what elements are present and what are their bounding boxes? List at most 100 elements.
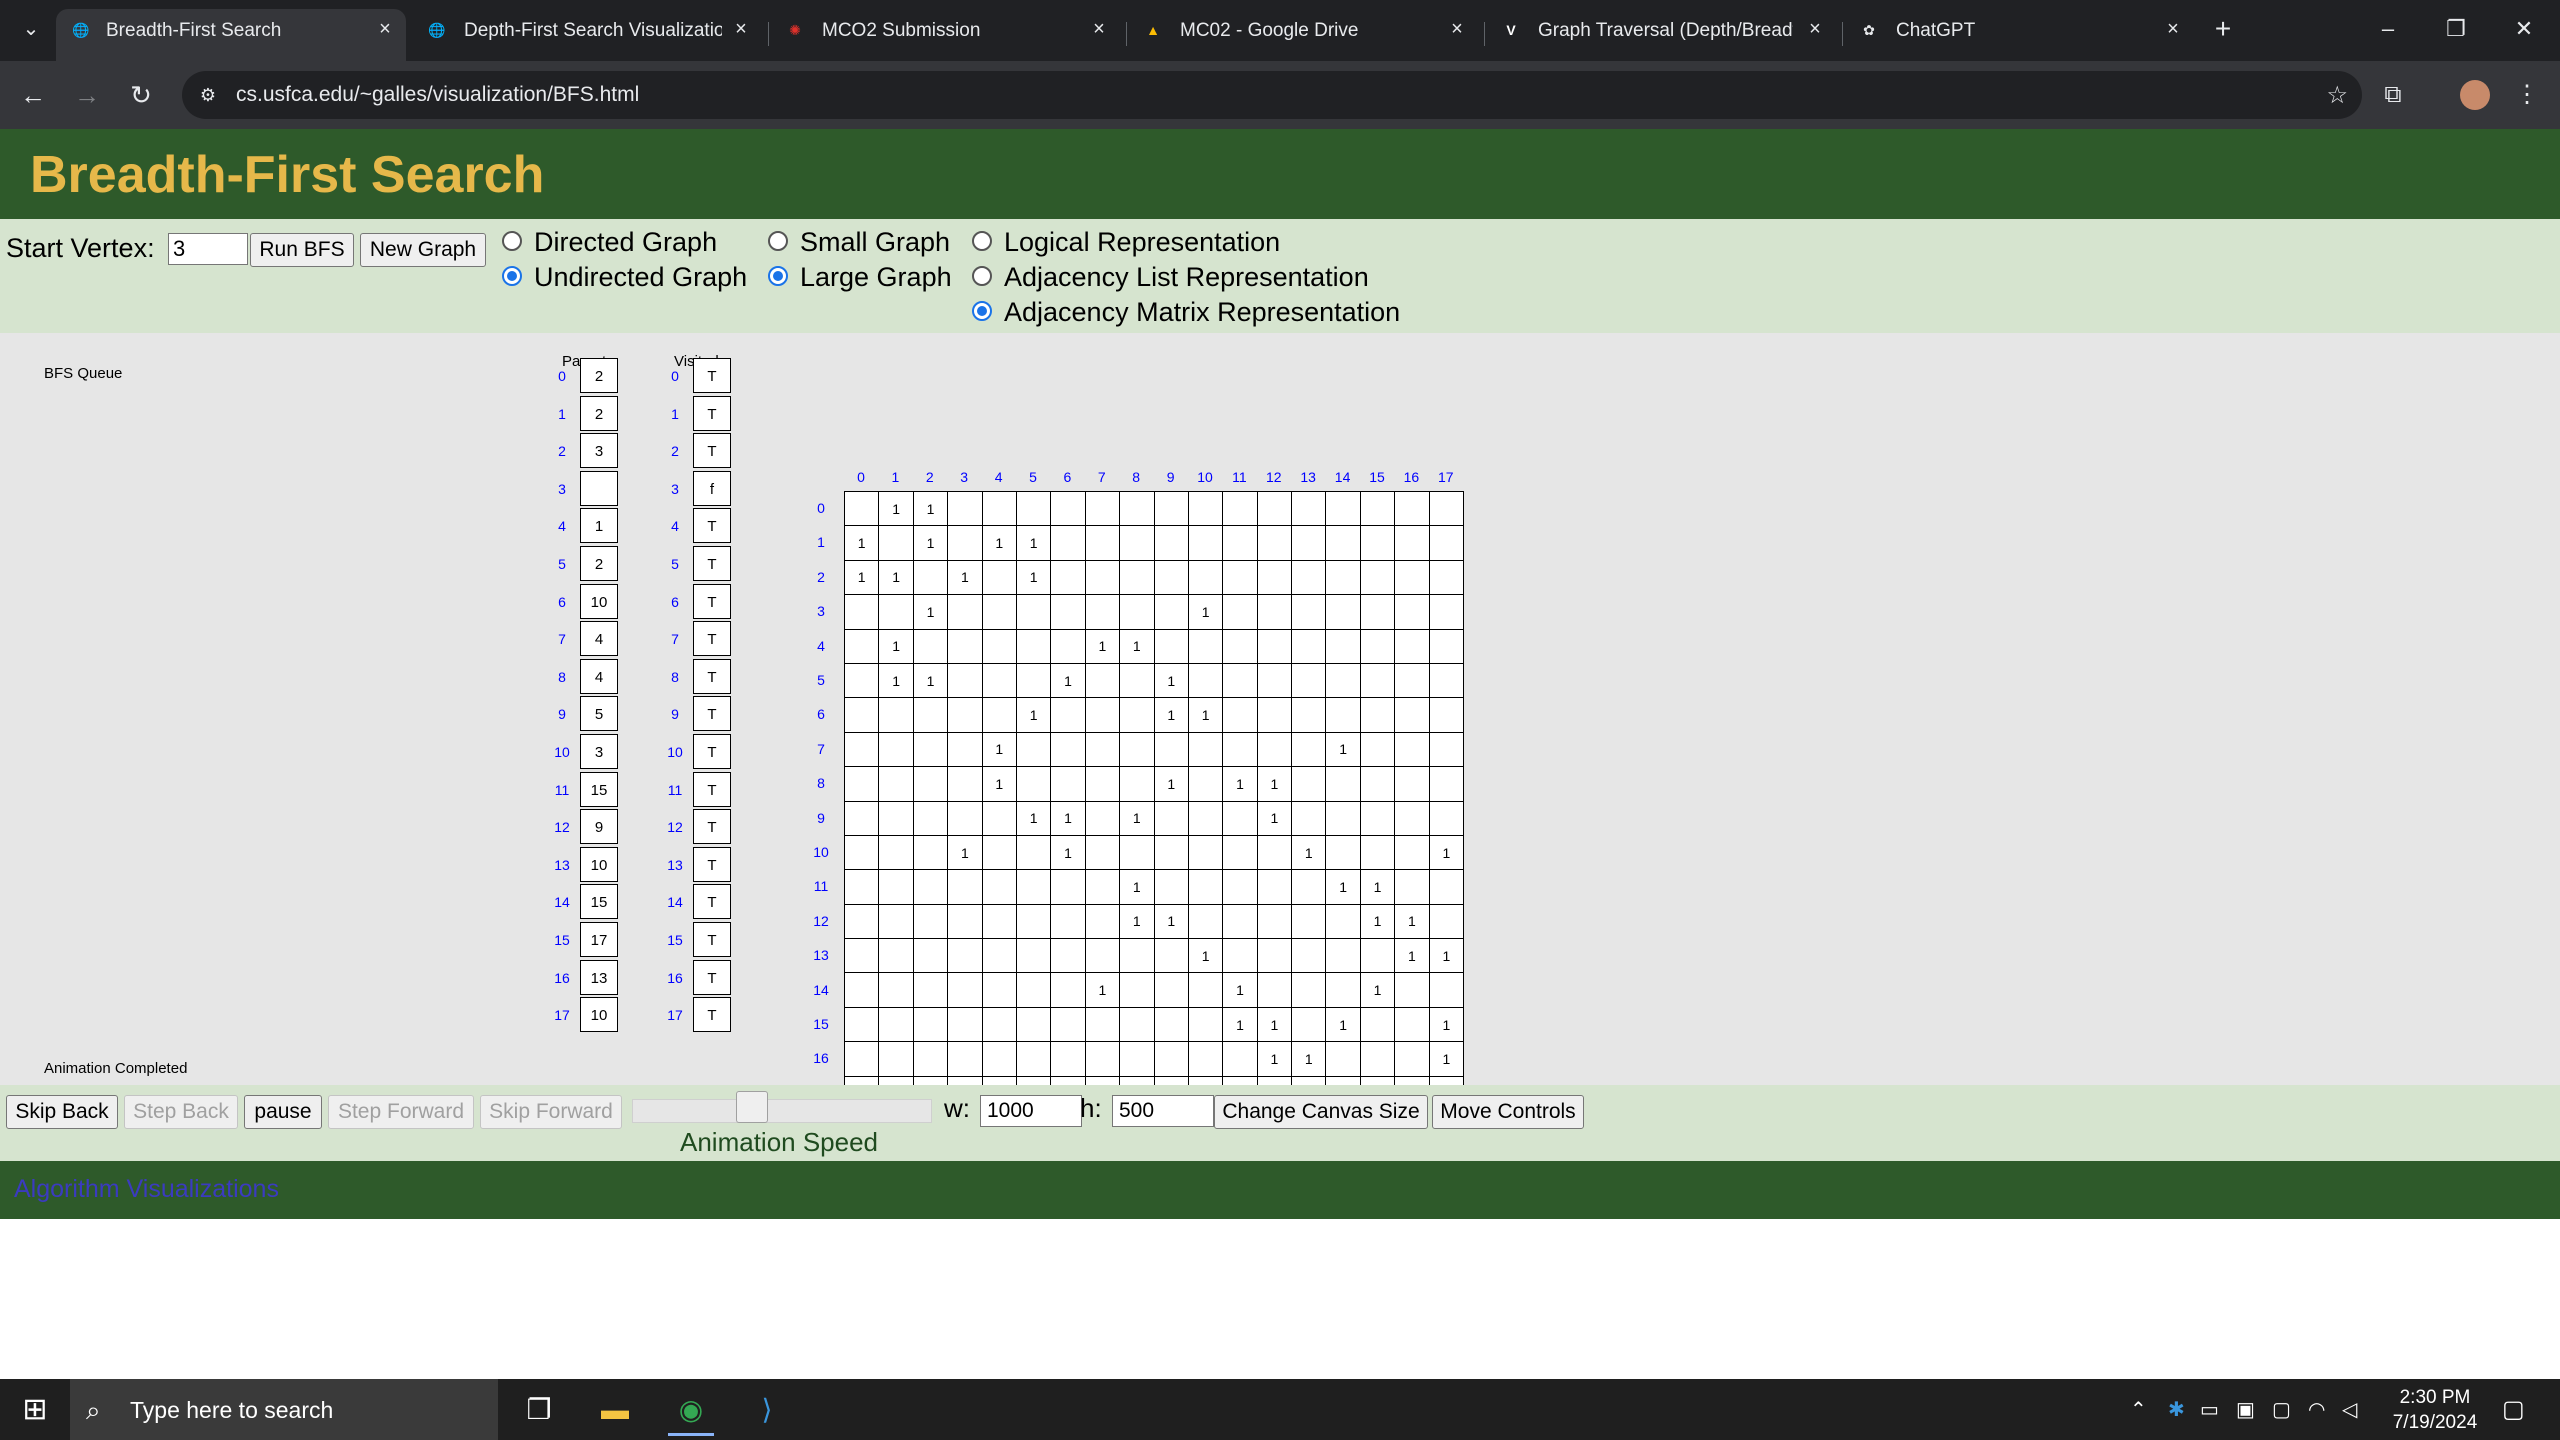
matrix-row-label: 0 [817, 500, 825, 516]
tab-search-chevron-icon[interactable]: ⌄ [16, 14, 46, 44]
matrix-cell: 1 [1015, 800, 1052, 836]
profile-avatar[interactable] [2460, 80, 2490, 110]
chrome-icon[interactable]: ◉ [668, 1387, 714, 1436]
matrix-cell [1153, 1006, 1189, 1043]
undirected-graph-radio[interactable]: Undirected Graph [502, 262, 747, 293]
large-graph-radio[interactable]: Large Graph [768, 262, 952, 293]
logical-representation-radio[interactable]: Logical Representation [972, 227, 1280, 258]
address-bar[interactable]: ⚙ cs.usfca.edu/~galles/visualization/BFS… [182, 71, 2362, 119]
wifi-icon[interactable]: ◠ [2308, 1397, 2325, 1422]
show-hidden-icons-icon[interactable]: ⌃ [2130, 1397, 2147, 1422]
matrix-cell: 1 [912, 662, 949, 699]
canvas-width-input[interactable]: 1000 [980, 1095, 1082, 1127]
parent-cell: 4 [580, 621, 618, 657]
notifications-icon[interactable]: ▢ [2502, 1395, 2525, 1424]
tab-0[interactable]: 🌐 Breadth-First Search × [56, 9, 406, 61]
matrix-cell [1222, 490, 1258, 527]
page-title: Breadth-First Search [30, 146, 545, 204]
matrix-column-label: 2 [925, 469, 934, 485]
back-arrow-icon[interactable]: ← [16, 78, 50, 112]
matrix-cell: 1 [981, 525, 1017, 561]
vscode-icon[interactable]: ⟩ [744, 1387, 790, 1433]
minimize-icon[interactable]: – [2368, 12, 2408, 46]
tab-2[interactable]: ✺ MCO2 Submission × [770, 9, 1120, 61]
close-tab-icon[interactable]: × [1088, 18, 1110, 40]
parent-cell: 17 [580, 922, 618, 957]
page-content: Breadth-First Search Start Vertex: 3 Run… [0, 129, 2560, 1379]
browser-toolbar: ← → ↻ ⚙ cs.usfca.edu/~galles/visualizati… [0, 61, 2560, 129]
close-tab-icon[interactable]: × [1446, 18, 1468, 40]
forward-arrow-icon[interactable]: → [70, 78, 104, 112]
new-tab-plus-icon[interactable]: + [2208, 14, 2238, 44]
bluetooth-icon[interactable]: ✱ [2168, 1397, 2185, 1422]
restore-icon[interactable]: ❐ [2436, 12, 2476, 46]
skip-back-button[interactable]: Skip Back [6, 1095, 118, 1129]
move-controls-button[interactable]: Move Controls [1432, 1095, 1584, 1129]
visited-cell: T [693, 583, 731, 619]
battery-icon[interactable]: ▭ [2200, 1397, 2219, 1422]
directed-graph-radio[interactable]: Directed Graph [502, 227, 717, 258]
close-window-icon[interactable]: ✕ [2504, 12, 2544, 46]
task-view-icon[interactable]: ❐ [516, 1387, 562, 1433]
visited-index-label: 17 [667, 1007, 683, 1024]
adjacency-list-radio[interactable]: Adjacency List Representation [972, 262, 1369, 293]
step-back-button[interactable]: Step Back [124, 1095, 238, 1129]
change-canvas-size-button[interactable]: Change Canvas Size [1214, 1095, 1428, 1129]
tab-5[interactable]: ✿ ChatGPT × [1844, 9, 2194, 61]
skip-forward-button[interactable]: Skip Forward [480, 1095, 622, 1129]
system-clock[interactable]: 2:30 PM 7/19/2024 [2380, 1385, 2490, 1435]
small-graph-radio[interactable]: Small Graph [768, 227, 950, 258]
tab-3[interactable]: ▲ MC02 - Google Drive × [1128, 9, 1478, 61]
more-menu-icon[interactable]: ⋮ [2510, 78, 2544, 112]
adjacency-matrix-radio[interactable]: Adjacency Matrix Representation [972, 297, 1400, 328]
radio-off-icon [768, 230, 788, 251]
matrix-cell [1187, 628, 1224, 664]
new-graph-button[interactable]: New Graph [360, 233, 486, 267]
matrix-cell [1359, 490, 1396, 527]
canvas-height-input[interactable]: 500 [1112, 1095, 1214, 1127]
matrix-cell [1394, 628, 1430, 664]
matrix-cell: 1 [912, 490, 949, 527]
matrix-row: 111 [843, 869, 1465, 905]
matrix-cell [878, 766, 914, 802]
algorithm-visualizations-link[interactable]: Algorithm Visualizations [14, 1175, 279, 1204]
matrix-row: 111 [843, 972, 1465, 1008]
close-tab-icon[interactable]: × [730, 18, 752, 40]
reload-icon[interactable]: ↻ [124, 78, 158, 112]
site-info-icon[interactable]: ⚙ [196, 83, 220, 107]
matrix-cell [1428, 697, 1465, 733]
close-tab-icon[interactable]: × [2162, 18, 2184, 40]
close-tab-icon[interactable]: × [1804, 18, 1826, 40]
matrix-cell: 1 [1428, 938, 1465, 974]
matrix-cell [1325, 662, 1361, 699]
page-header: Breadth-First Search [0, 129, 2560, 219]
bookmark-star-icon[interactable]: ☆ [2326, 81, 2348, 110]
tab-4[interactable]: V Graph Traversal (Depth/Breadth × [1486, 9, 1836, 61]
volume-icon[interactable]: ◁ [2342, 1397, 2357, 1422]
matrix-cell [1325, 1041, 1361, 1077]
pause-button[interactable]: pause [244, 1095, 322, 1129]
close-tab-icon[interactable]: × [374, 18, 396, 40]
matrix-cell [1050, 594, 1086, 630]
url-text[interactable]: cs.usfca.edu/~galles/visualization/BFS.h… [236, 83, 639, 107]
taskbar-search[interactable]: ⌕ Type here to search [70, 1379, 498, 1440]
display-icon[interactable]: ▢ [2272, 1397, 2291, 1422]
windows-start-icon[interactable]: ⊞ [0, 1379, 70, 1440]
extensions-puzzle-icon[interactable]: ⧉ [2376, 78, 2410, 112]
step-forward-button[interactable]: Step Forward [328, 1095, 474, 1129]
matrix-column-label: 1 [891, 469, 900, 485]
animation-speed-slider[interactable] [632, 1099, 932, 1123]
tab-1[interactable]: 🌐 Depth-First Search Visualization × [412, 9, 762, 61]
parent-cell: 2 [580, 358, 618, 393]
matrix-cell: 1 [1050, 800, 1086, 836]
start-vertex-input[interactable]: 3 [168, 233, 248, 265]
small-graph-label: Small Graph [800, 227, 951, 257]
matrix-cell [1050, 1006, 1086, 1043]
matrix-cell [1050, 490, 1086, 527]
run-bfs-button[interactable]: Run BFS [250, 233, 354, 267]
file-explorer-icon[interactable]: ▬ [592, 1387, 638, 1433]
slider-thumb[interactable] [736, 1091, 768, 1123]
matrix-cell [1015, 766, 1052, 802]
meet-now-icon[interactable]: ▣ [2236, 1397, 2255, 1422]
width-label: w: [944, 1093, 970, 1123]
